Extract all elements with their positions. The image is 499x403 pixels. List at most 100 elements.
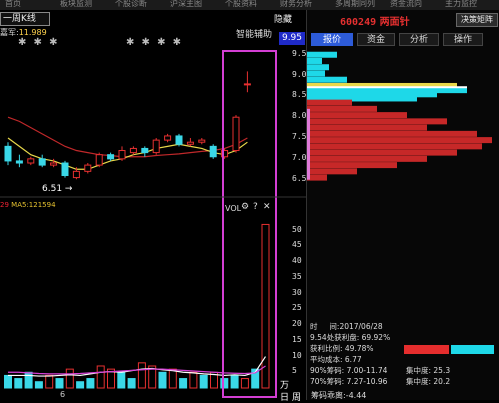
kline-layer: [4, 71, 251, 180]
loss-part: [450, 345, 494, 354]
candle: [27, 158, 35, 164]
candle: [50, 162, 58, 166]
candle: [198, 139, 206, 143]
volume-tick: 10: [292, 350, 302, 360]
gear-icon[interactable]: ⚙: [241, 202, 249, 212]
volume-bar: [137, 362, 146, 389]
candle: [164, 135, 172, 141]
volume-bar: [230, 374, 239, 389]
top-tab[interactable]: 个股资料: [225, 0, 257, 9]
price-tick: 8.5: [292, 90, 307, 100]
candle: [209, 145, 217, 158]
volume-bar: [261, 223, 270, 389]
volume-tick: 15: [292, 334, 302, 344]
day-period-button[interactable]: 日: [280, 390, 289, 403]
chip-bar: [307, 99, 352, 106]
volume-bar: [240, 378, 249, 389]
volume-bar: [45, 374, 54, 389]
volume-bar: [220, 378, 229, 389]
profit-part: [404, 345, 449, 354]
candle: [152, 139, 160, 154]
volume-bar: [4, 374, 12, 389]
chip-bar: [307, 168, 357, 175]
price-tick: 8.0: [292, 111, 307, 121]
candle: [15, 160, 23, 164]
volume-bar: [179, 378, 188, 389]
price-tick: 7.5: [292, 132, 307, 142]
ma-value: 121594: [28, 201, 56, 209]
volume-bar: [55, 378, 64, 389]
top-tab[interactable]: 多周期同列: [335, 0, 375, 9]
profit-ratio-bar: [404, 345, 494, 354]
week-period-button[interactable]: 周: [292, 390, 301, 403]
cost-line: [307, 86, 467, 89]
chip-bar: [307, 155, 427, 162]
price-tick: 7.0: [292, 152, 307, 162]
top-tab[interactable]: 沪深主图: [170, 0, 202, 9]
volume-header: 29 MA5:121594: [0, 201, 56, 209]
chip-distribution: [307, 51, 492, 181]
candle: [72, 170, 80, 179]
volume-bar: [86, 378, 95, 389]
volume-tick: 45: [292, 240, 302, 250]
top-tab[interactable]: 板块监测: [60, 0, 92, 9]
close-icon[interactable]: ✕: [263, 202, 271, 212]
volume-bar: [24, 371, 33, 389]
volume-bar: [168, 368, 177, 389]
chip-bar: [307, 130, 477, 137]
candle: [107, 154, 115, 160]
chip-bar: [307, 51, 337, 58]
top-tab[interactable]: 个股诊断: [115, 0, 147, 9]
volume-tick: 20: [292, 319, 302, 329]
volume-tick: 25: [292, 303, 302, 313]
candle: [129, 147, 137, 154]
candle: [38, 158, 46, 166]
chip-bar: [307, 143, 482, 150]
vol-title: VOL: [225, 204, 242, 213]
chip-bar: [307, 76, 347, 83]
volume-tick: 30: [292, 287, 302, 297]
stat-chip70: 70%筹码: 7.27-10.96 集中度: 20.2: [310, 377, 451, 386]
vol-ma-b: [8, 365, 266, 375]
top-tab[interactable]: 财务分析: [280, 0, 312, 9]
chip-bar: [307, 105, 377, 112]
ma-label: MA5:: [11, 201, 29, 209]
candle: [61, 162, 69, 177]
volume-bar: [34, 381, 43, 389]
candle: [4, 145, 12, 162]
candle: [175, 135, 183, 145]
chip-bar: [307, 64, 329, 71]
top-tab[interactable]: 首页: [5, 0, 21, 9]
chip-bar: [307, 112, 407, 119]
price-tick: 9.0: [292, 69, 307, 79]
chip-bar: [307, 124, 427, 131]
chip-bar: [307, 118, 447, 125]
volume-bar: [189, 371, 198, 389]
low-price-label: 6.51 →: [42, 184, 73, 194]
time-value: 间:2017/06/28: [329, 322, 383, 331]
chip-stats: 时 间:2017/06/28 9.54处获利盘: 69.92% 获利比例: 49…: [310, 321, 495, 387]
volume-bar: [117, 371, 126, 389]
volume-bar: [14, 378, 23, 389]
volume-bar: [158, 371, 167, 389]
time-label: 时: [310, 322, 318, 331]
stat-chip90: 90%筹码: 7.00-11.74 集中度: 25.3: [310, 366, 451, 375]
volume-tick: 50: [292, 224, 302, 234]
volume-tick: 5: [292, 366, 297, 376]
stat-avg-cost: 平均成本: 6.77: [310, 355, 362, 364]
volume-tick: 40: [292, 256, 302, 266]
volume-bar: [199, 374, 208, 389]
help-icon[interactable]: ?: [253, 202, 258, 212]
price-tick: 9.5: [292, 48, 307, 58]
top-tab[interactable]: 主力监控: [445, 0, 477, 9]
stat-price-profit: 9.54处获利盘: 69.92%: [310, 333, 391, 342]
chip-boundary: [307, 108, 310, 180]
chip-bar: [307, 162, 397, 169]
volume-prefix: 29: [0, 201, 9, 209]
chip-bar: [307, 57, 322, 64]
top-tab[interactable]: 资金流向: [390, 0, 422, 9]
candle: [141, 147, 149, 154]
price-tick: 6.5: [292, 173, 307, 183]
volume-bar: [65, 368, 74, 389]
volume-bar: [127, 378, 136, 389]
